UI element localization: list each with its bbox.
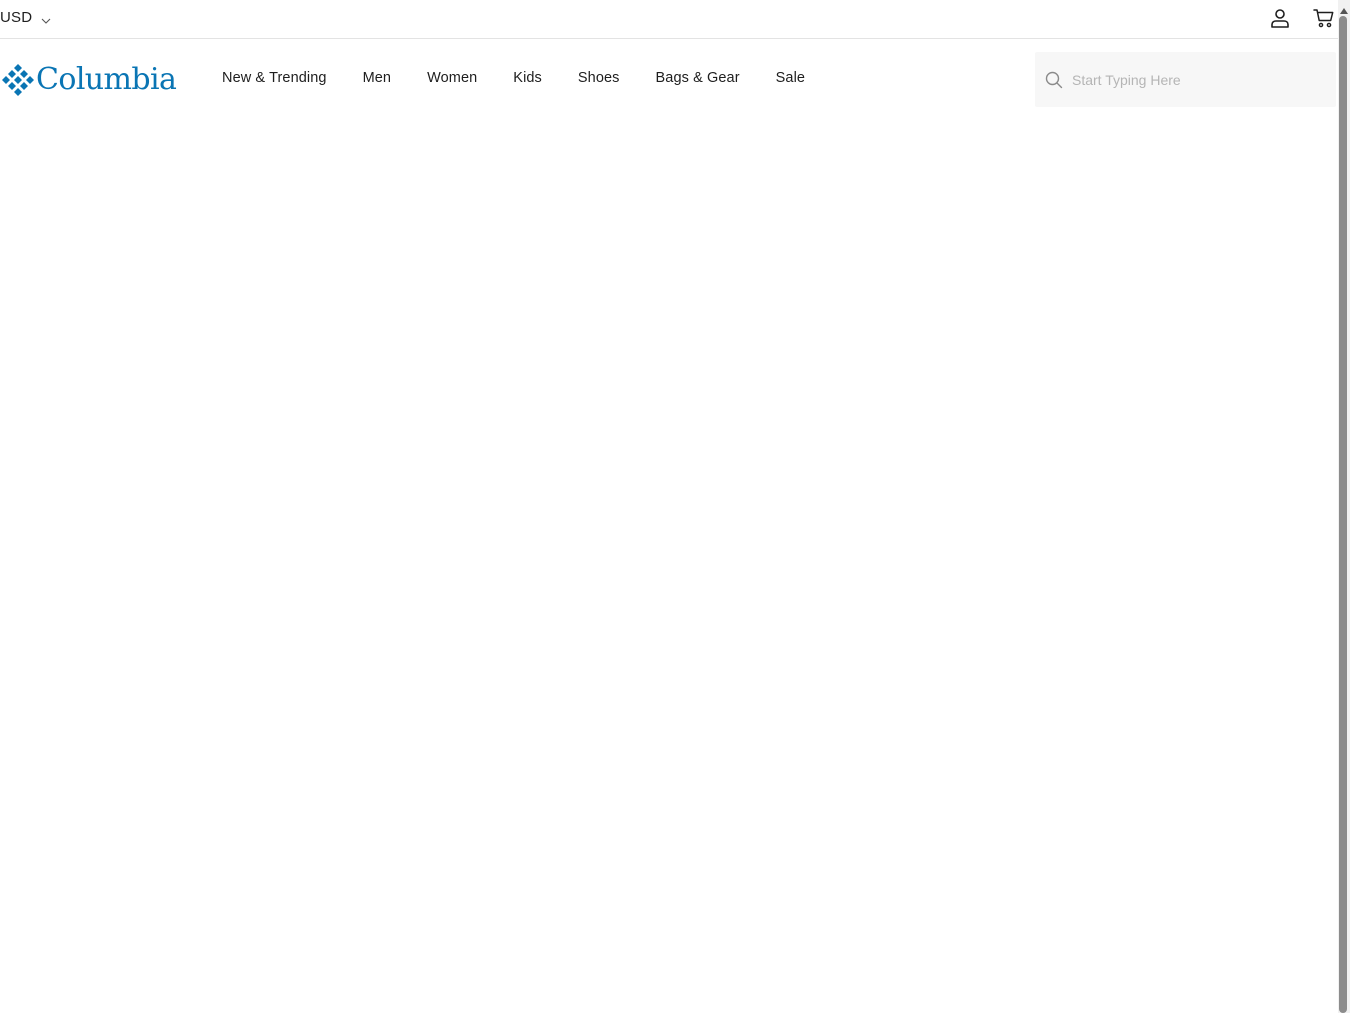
search-box[interactable] bbox=[1035, 52, 1336, 107]
user-icon[interactable] bbox=[1268, 6, 1292, 30]
chevron-down-icon bbox=[41, 13, 51, 24]
utility-icons bbox=[1268, 6, 1336, 30]
scroll-up-arrow-icon[interactable] bbox=[1339, 2, 1349, 14]
search-input[interactable] bbox=[1070, 70, 1324, 89]
main-header: Columbia New & Trending Men Women Kids S… bbox=[0, 39, 1338, 119]
nav-item-kids[interactable]: Kids bbox=[513, 70, 542, 86]
diamond-grid-logo-icon bbox=[1, 63, 35, 97]
main-nav: New & Trending Men Women Kids Shoes Bags… bbox=[222, 70, 841, 86]
nav-item-new-trending[interactable]: New & Trending bbox=[222, 70, 327, 86]
nav-item-sale[interactable]: Sale bbox=[776, 70, 805, 86]
brand-logo-text: Columbia bbox=[36, 62, 177, 97]
currency-label: USD bbox=[0, 9, 33, 26]
scrollbar-thumb[interactable] bbox=[1339, 16, 1347, 1013]
page: USD Columbia New & Trending Men Women Ki… bbox=[0, 0, 1350, 1013]
nav-item-women[interactable]: Women bbox=[427, 70, 477, 86]
search-icon[interactable] bbox=[1045, 71, 1063, 89]
nav-item-men[interactable]: Men bbox=[363, 70, 392, 86]
brand-logo[interactable]: Columbia bbox=[1, 62, 177, 97]
vertical-scrollbar[interactable] bbox=[1338, 0, 1350, 1013]
nav-item-shoes[interactable]: Shoes bbox=[578, 70, 620, 86]
currency-selector[interactable]: USD bbox=[0, 9, 51, 26]
cart-icon[interactable] bbox=[1312, 6, 1336, 30]
utility-bar: USD bbox=[0, 0, 1338, 39]
nav-item-bags-gear[interactable]: Bags & Gear bbox=[656, 70, 740, 86]
